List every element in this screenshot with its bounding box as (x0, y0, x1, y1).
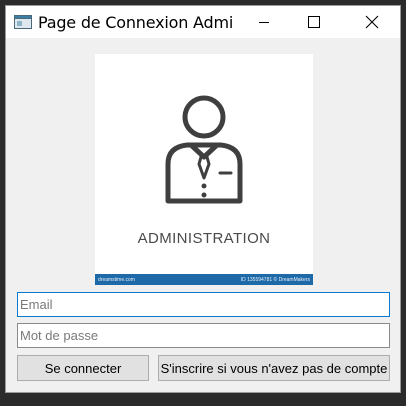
login-button[interactable]: Se connecter (17, 355, 149, 381)
maximize-icon (308, 16, 320, 28)
close-icon (365, 15, 379, 29)
watermark-right: ID 135594781 © DreamMakers (240, 276, 310, 283)
login-window: Page de Connexion Admini... (5, 5, 401, 393)
watermark-strip: dreamstime.com ID 135594781 © DreamMaker… (95, 274, 313, 285)
banner-caption: ADMINISTRATION (137, 230, 271, 247)
window-icon (14, 15, 32, 29)
close-button[interactable] (349, 6, 395, 38)
window-title: Page de Connexion Admini... (38, 12, 234, 32)
password-input[interactable] (17, 323, 390, 348)
email-input[interactable] (17, 292, 390, 317)
minimize-button[interactable] (241, 6, 287, 38)
desktop-background (0, 392, 406, 406)
administrator-person-icon (165, 95, 243, 204)
watermark-left: dreamstime.com (98, 276, 135, 283)
admin-banner-image: ADMINISTRATION dreamstime.com ID 1355947… (95, 54, 313, 285)
register-button[interactable]: S'inscrire si vous n'avez pas de compte (158, 355, 390, 381)
title-bar[interactable]: Page de Connexion Admini... (6, 6, 400, 38)
minimize-icon (259, 22, 269, 23)
maximize-button[interactable] (291, 6, 337, 38)
